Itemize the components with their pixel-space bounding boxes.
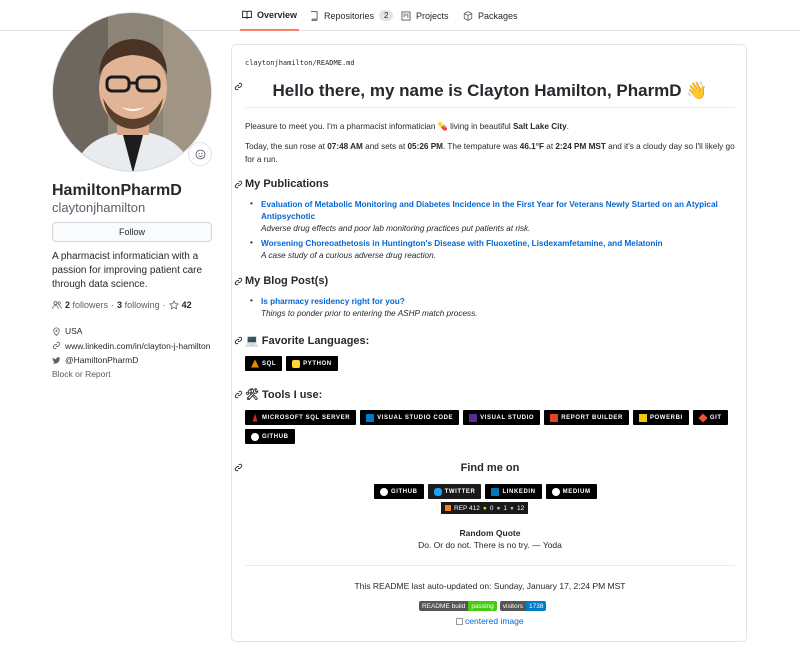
linkedin-icon [491,487,500,496]
centered-image: centered image [456,616,524,626]
broken-image-icon [456,617,463,625]
badge-git: Git [692,410,728,425]
badge-python: Python [286,356,338,371]
badge-sql-server: Microsoft SQL Server [245,410,357,425]
github-icon [380,487,388,496]
blog-heading: My Blog Post(s) [245,275,329,287]
readme-path-file[interactable]: README.md [317,59,355,67]
followers-link[interactable]: 2 followers [65,300,108,310]
profile-username: claytonjhamilton [52,200,146,215]
publications-list: Evaluation of Metabolic Monitoring and D… [250,199,730,262]
readme-path-user[interactable]: claytonjhamilton [245,59,312,67]
updated-text: This README last auto-updated on: Sunday… [354,581,626,591]
publication-link[interactable]: Worsening Choreoathetosis in Huntington'… [261,238,730,250]
medium-icon [551,487,560,496]
stackoverflow-icon [445,505,451,511]
book-icon [242,10,252,19]
report-builder-icon [550,413,559,422]
project-icon [401,10,411,21]
smiley-icon [195,149,205,159]
profile-bio: A pharmacist informatician with a passio… [52,251,203,290]
git-icon [698,412,708,423]
repositories-count: 2 [379,10,394,21]
quote-heading: Random Quote [459,528,521,538]
github-icon [251,432,259,441]
visual-studio-icon [469,413,478,422]
languages-badges: SQL Python [245,356,338,371]
twitter-row[interactable]: @HamiltonPharmD [52,353,211,368]
list-item: Is pharmacy residency right for you? Thi… [250,296,730,320]
twitter-icon [52,356,61,364]
publication-link[interactable]: Evaluation of Metabolic Monitoring and D… [261,199,730,223]
github-profile-badge[interactable]: GitHub [374,484,424,499]
sql-server-icon [252,413,258,422]
website-link[interactable]: www.linkedin.com/in/clayton-j-hamilton [65,341,211,351]
stackoverflow-badge[interactable]: REP 412 ● 0 ● 1 ● 12 [441,502,529,514]
stars-link[interactable]: 42 [182,300,192,310]
social-badges: GitHub Twitter LinkedIn Medium [374,484,597,499]
twitter-badge[interactable]: Twitter [427,484,482,499]
twitter-link[interactable]: @HamiltonPharmD [65,355,138,365]
twitter-icon [433,487,442,496]
readme-box: claytonjhamilton/README.md Hello there, … [231,44,747,642]
profile-vcard: USA www.linkedin.com/in/clayton-j-hamilt… [52,324,211,368]
blog-list: Is pharmacy residency right for you? Thi… [250,296,730,320]
anchor-link-icon[interactable] [234,390,243,399]
list-item: Evaluation of Metabolic Monitoring and D… [250,199,730,235]
package-icon [463,10,473,21]
list-item: Worsening Choreoathetosis in Huntington'… [250,238,730,262]
set-status-button[interactable] [188,142,212,166]
tab-repositories[interactable]: Repositories 2 [309,0,394,31]
tab-projects[interactable]: Projects [401,0,449,31]
divider [245,565,735,566]
badge-report-builder: Report Builder [544,410,629,425]
quote-text: Do. Or do not. There is no try. — Yoda [418,540,562,550]
anchor-link-icon[interactable] [234,277,243,286]
anchor-link-icon[interactable] [234,336,243,345]
badge-github: GitHub [245,429,295,444]
location-icon [53,327,60,336]
repo-icon [310,10,318,21]
blog-link[interactable]: Is pharmacy residency right for you? [261,296,730,308]
follow-button[interactable]: Follow [52,222,212,242]
intro-paragraph: Pleasure to meet you. I'm a pharmacist i… [245,122,569,131]
vscode-icon [366,413,375,422]
anchor-link-icon[interactable] [234,82,243,91]
sql-icon [251,359,259,368]
people-icon [52,301,62,309]
publications-heading: My Publications [245,178,329,190]
avatar[interactable] [52,12,212,172]
visitors-badge[interactable]: visitors 1738 [499,601,547,611]
tab-overview[interactable]: Overview [240,0,300,31]
badge-visual-studio: Visual Studio [463,410,541,425]
tools-heading: 🛠 Tools I use: [245,389,323,401]
link-icon [52,342,61,350]
linkedin-badge[interactable]: LinkedIn [485,484,542,499]
medium-badge[interactable]: Medium [545,484,597,499]
tools-badges: Microsoft SQL Server Visual Studio Code … [245,410,735,444]
status-badges: README build passing visitors 1738 [419,601,547,611]
location-row: USA [52,324,211,339]
tab-packages[interactable]: Packages [463,0,518,31]
powerbi-icon [638,413,647,422]
profile-fullname: HamiltonPharmD [52,182,182,199]
python-icon [292,359,301,368]
find-me-heading: Find me on [460,462,520,474]
block-or-report-link[interactable]: Block or Report [52,369,111,379]
badge-vscode: Visual Studio Code [360,410,460,425]
anchor-link-icon[interactable] [234,463,243,472]
languages-heading: 💻 Favorite Languages: [245,335,370,347]
badge-sql: SQL [245,356,283,371]
readme-path: claytonjhamilton/README.md [245,59,355,67]
star-icon [168,300,179,310]
following-link[interactable]: 3 following [117,300,160,310]
badge-powerbi: PowerBI [632,410,689,425]
anchor-link-icon[interactable] [234,180,243,189]
readme-title: Hello there, my name is Clayton Hamilton… [245,81,735,108]
weather-paragraph: Today, the sun rose at 07:48 AM and sets… [245,142,735,164]
profile-stats: 2 followers · 3 following · 42 [52,300,192,310]
website-row[interactable]: www.linkedin.com/in/clayton-j-hamilton [52,339,211,354]
build-badge[interactable]: README build passing [419,601,497,611]
